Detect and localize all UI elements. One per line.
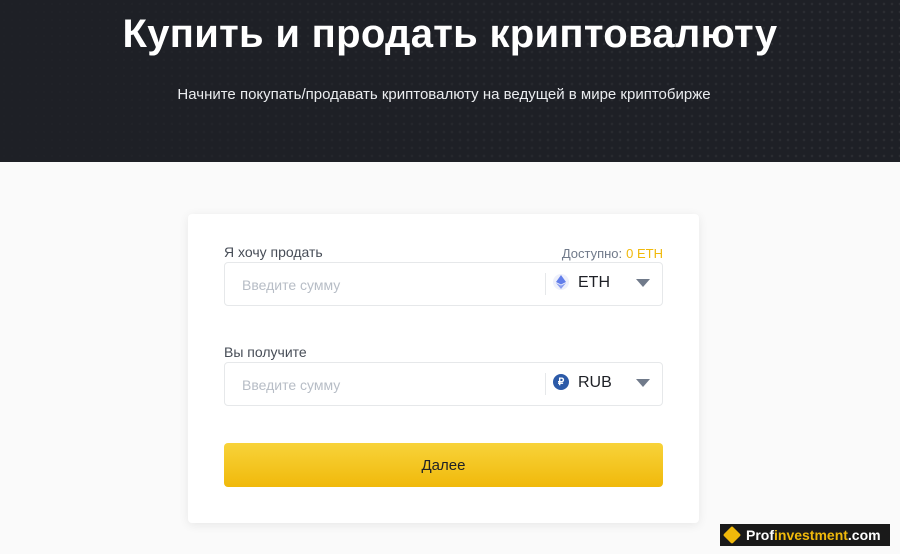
sell-label: Я хочу продать: [224, 244, 323, 260]
available-value: 0 ETH: [626, 246, 663, 261]
watermark-logo-icon: [722, 525, 742, 545]
field-divider: [545, 373, 546, 395]
receive-label: Вы получите: [224, 344, 307, 360]
hero-banner: Купить и продать криптовалюту Начните по…: [0, 0, 900, 162]
trade-form-card: Я хочу продать Доступно:0 ETH ETH Вы пол…: [188, 214, 699, 523]
sell-amount-input[interactable]: [240, 263, 544, 307]
receive-currency-code: RUB: [578, 374, 612, 391]
next-button[interactable]: Далее: [224, 443, 663, 487]
ruble-icon: ₽: [553, 374, 569, 390]
sell-amount-field: ETH: [224, 262, 663, 307]
available-balance: Доступно: 0 ETH: [562, 246, 663, 261]
ethereum-icon: [553, 274, 569, 290]
available-label: Доступно:: [561, 246, 623, 261]
chevron-down-icon: [636, 379, 650, 387]
watermark-text: Profinvestment.com: [746, 527, 881, 543]
watermark-prefix: Prof: [746, 527, 774, 543]
watermark: Profinvestment.com: [720, 524, 890, 546]
receive-amount-input[interactable]: [240, 363, 544, 407]
watermark-suffix: .com: [847, 527, 881, 543]
sell-currency-code: ETH: [578, 274, 610, 291]
receive-amount-field: ₽ RUB: [224, 362, 663, 407]
page-subtitle: Начните покупать/продавать криптовалюту …: [177, 86, 711, 103]
field-divider: [545, 273, 546, 295]
chevron-down-icon: [636, 279, 650, 287]
watermark-accent: investment: [774, 527, 848, 543]
page-title: Купить и продать криптовалюту: [122, 12, 778, 56]
